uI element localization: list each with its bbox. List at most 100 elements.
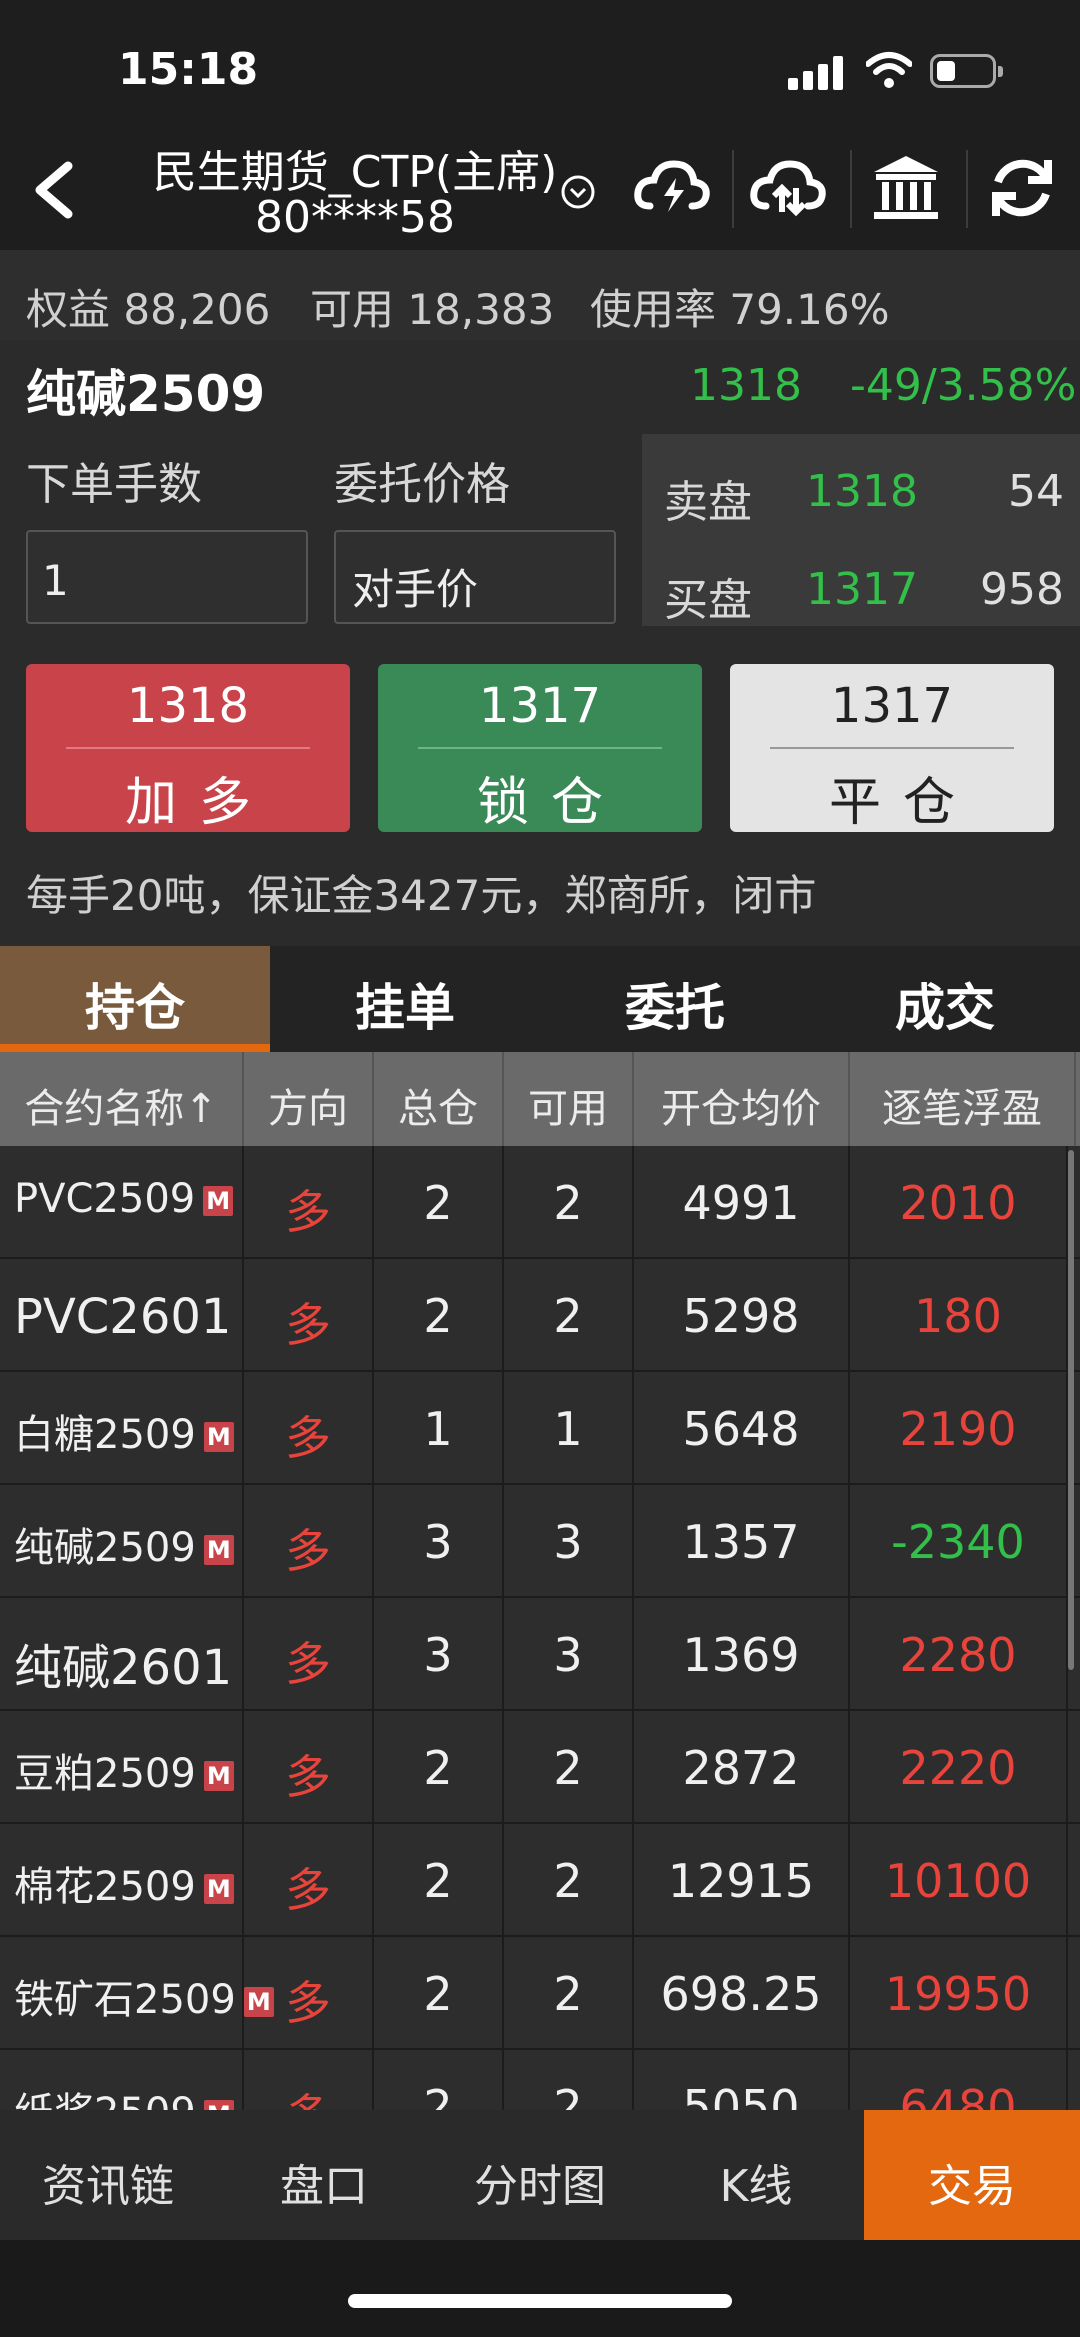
cell-available: 2 [504, 1824, 634, 1937]
table-row[interactable]: 豆粕2509 M 多 2 2 2872 2220 [0, 1711, 1080, 1824]
lock-position-button[interactable]: 1317 锁仓 [378, 664, 702, 833]
contract-info: 每手20吨，保证金3427元，郑商所，闭市 [26, 871, 817, 920]
buy-price: 1318 [126, 678, 250, 734]
cell-available: 2 [504, 2050, 634, 2110]
cloud-sync-icon[interactable] [748, 148, 828, 228]
qty-input[interactable]: 1 [26, 530, 308, 624]
close-position-button[interactable]: 1317 平仓 [730, 664, 1054, 833]
table-row[interactable]: 纸浆2509 M 多 2 2 5050 6480 [0, 2050, 1080, 2110]
cell-direction-text: 多 [285, 1298, 331, 1352]
col-contract[interactable]: 合约名称↑ [0, 1052, 244, 1146]
cell-direction-text: 多 [285, 1185, 331, 1239]
home-indicator[interactable] [348, 2294, 732, 2308]
cell-available: 2 [504, 1937, 634, 2050]
lock-label: 锁仓 [476, 773, 625, 833]
cell-contract: 纸浆2509 M [0, 2050, 244, 2110]
cell-avg-price-text: 1369 [682, 1628, 800, 1682]
cell-contract: 纯碱2601 [0, 1598, 244, 1711]
table-scrollbar[interactable] [1068, 1150, 1074, 1670]
cell-direction: 多 [244, 2050, 374, 2110]
col-avg-price[interactable]: 开仓均价 [634, 1052, 850, 1146]
cell-floating-pnl-text: 2220 [899, 1741, 1017, 1795]
cell-available-text: 1 [553, 1402, 583, 1456]
cell-total-text: 2 [423, 1741, 453, 1795]
cell-available-text: 2 [553, 1289, 583, 1343]
ask-row[interactable]: 卖盘 1318 54 [664, 466, 1064, 528]
cell-available-text: 3 [553, 1628, 583, 1682]
cell-contract-text: PVC2601 [14, 1289, 232, 1345]
cell-direction: 多 [244, 1259, 374, 1372]
ask-volume: 54 [1008, 466, 1064, 517]
cell-floating-pnl-text: 6480 [899, 2080, 1017, 2110]
contract-name[interactable]: 纯碱2509 [26, 354, 265, 426]
ask-price: 1318 [806, 466, 918, 517]
table-row[interactable]: PVC2601 多 2 2 5298 180 [0, 1259, 1080, 1372]
lock-price: 1317 [478, 678, 602, 734]
cell-total: 2 [374, 1711, 504, 1824]
home-indicator-area [0, 2240, 1080, 2337]
cell-direction-text: 多 [285, 1976, 331, 2030]
table-row[interactable]: 纯碱2509 M 多 3 3 1357 -2340 [0, 1485, 1080, 1598]
positions-table-header: 合约名称↑ 方向 总仓 可用 开仓均价 逐笔浮盈 [0, 1052, 1080, 1146]
chevron-down-icon[interactable] [560, 174, 596, 210]
cell-floating-pnl-text: 2280 [899, 1628, 1017, 1682]
bid-price: 1317 [806, 564, 918, 615]
nav-news[interactable]: 资讯链 [0, 2110, 216, 2240]
cell-floating-pnl: -2340 [850, 1485, 1068, 1598]
table-row[interactable]: 棉花2509 M 多 2 2 12915 10100 [0, 1824, 1080, 1937]
tab-pending[interactable]: 挂单 [270, 946, 540, 1052]
cell-floating-pnl-text: 180 [914, 1289, 1002, 1343]
usage-rate-text: 使用率 79.16% [590, 285, 890, 334]
cell-direction-text: 多 [285, 2089, 331, 2110]
cell-avg-price: 1357 [634, 1485, 850, 1598]
cell-available: 3 [504, 1485, 634, 1598]
cell-avg-price-text: 12915 [667, 1854, 815, 1908]
cell-total-text: 2 [423, 1854, 453, 1908]
col-direction[interactable]: 方向 [244, 1052, 374, 1146]
main-contract-badge: M [203, 2100, 234, 2110]
cloud-flash-icon[interactable] [632, 148, 712, 228]
cell-floating-pnl: 180 [850, 1259, 1068, 1372]
bank-icon[interactable] [866, 148, 946, 228]
positions-table-body: PVC2509 M 多 2 2 4991 2010 PVC2601 多 2 2 5298 180 白糖25… [0, 1146, 1080, 2110]
last-price: 1318 [690, 360, 802, 411]
cell-floating-pnl: 2190 [850, 1372, 1068, 1485]
cell-floating-pnl-text: 2190 [899, 1402, 1017, 1456]
status-time: 15:18 [118, 44, 259, 95]
button-divider [418, 747, 662, 749]
cell-floating-pnl: 10100 [850, 1824, 1068, 1937]
col-total[interactable]: 总仓 [374, 1052, 504, 1146]
tab-positions[interactable]: 持仓 [0, 946, 270, 1052]
col-available[interactable]: 可用 [504, 1052, 634, 1146]
refresh-icon[interactable] [982, 148, 1062, 228]
button-divider [66, 747, 310, 749]
bid-row[interactable]: 买盘 1317 958 [664, 564, 1064, 626]
tab-orders[interactable]: 委托 [540, 946, 810, 1052]
col-floating-pnl[interactable]: 逐笔浮盈 [850, 1052, 1076, 1146]
buy-long-button[interactable]: 1318 加多 [26, 664, 350, 833]
account-number[interactable]: 80****58 [140, 192, 570, 243]
cell-floating-pnl: 2280 [850, 1598, 1068, 1711]
cell-floating-pnl-text: 10100 [884, 1854, 1032, 1908]
table-row[interactable]: 铁矿石2509 M 多 2 2 698.25 19950 [0, 1937, 1080, 2050]
table-row[interactable]: PVC2509 M 多 2 2 4991 2010 [0, 1146, 1080, 1259]
nav-timeshare[interactable]: 分时图 [432, 2110, 648, 2240]
back-arrow-icon[interactable] [28, 160, 88, 220]
cell-avg-price-text: 5298 [682, 1289, 800, 1343]
cell-contract-text: 棉花2509 [14, 1864, 196, 1910]
cell-contract-text: PVC2509 [14, 1176, 196, 1222]
table-row[interactable]: 白糖2509 M 多 1 1 5648 2190 [0, 1372, 1080, 1485]
nav-trade[interactable]: 交易 [864, 2110, 1080, 2240]
bottom-nav: 资讯链 盘口 分时图 K线 交易 [0, 2110, 1080, 2240]
nav-kline[interactable]: K线 [648, 2110, 864, 2240]
cell-total: 2 [374, 1824, 504, 1937]
tab-trades[interactable]: 成交 [810, 946, 1080, 1052]
cell-direction-text: 多 [285, 1524, 331, 1578]
nav-orderbook[interactable]: 盘口 [216, 2110, 432, 2240]
cell-available-text: 2 [553, 2080, 583, 2110]
broker-title[interactable]: 民生期货_CTP(主席) [140, 136, 570, 200]
main-contract-badge: M [203, 1535, 234, 1565]
price-type-input[interactable]: 对手价 [334, 530, 616, 624]
cell-available-text: 2 [553, 1854, 583, 1908]
table-row[interactable]: 纯碱2601 多 3 3 1369 2280 [0, 1598, 1080, 1711]
